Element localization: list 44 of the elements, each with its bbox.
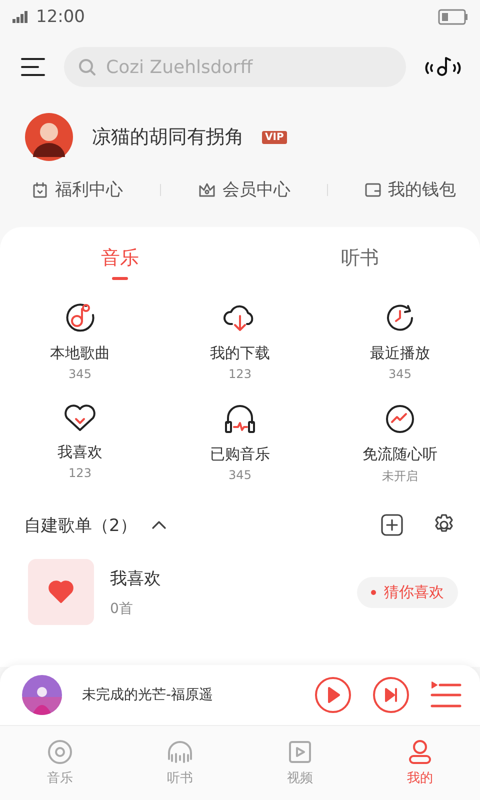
- nav-tab[interactable]: 我的: [360, 726, 480, 800]
- person-icon: [407, 739, 433, 765]
- music-disc-icon: [64, 302, 96, 334]
- section-title: 自建歌单（2）: [24, 514, 137, 536]
- trend-circle-icon: [384, 403, 416, 435]
- headphones-icon: [166, 739, 194, 765]
- heart-icon: [48, 580, 74, 604]
- track-title: 未完成的光芒-福原遥: [82, 686, 214, 704]
- playlist-count: 0首: [110, 600, 134, 618]
- calendar-icon: [32, 182, 48, 198]
- feature-label[interactable]: 已购音乐: [210, 445, 270, 464]
- playlist-name[interactable]: 我喜欢: [110, 566, 161, 590]
- heart-icon: [63, 403, 97, 433]
- search-icon: [78, 58, 96, 76]
- playlist-cover[interactable]: [28, 559, 94, 625]
- shortcut-link[interactable]: 会员中心: [198, 178, 290, 201]
- search-field[interactable]: Cozi Zuehlsdorff: [64, 47, 406, 87]
- tab[interactable]: 音乐: [0, 245, 240, 280]
- wallet-icon: [365, 182, 381, 198]
- status-time: 12:00: [36, 7, 85, 27]
- battery-icon: [438, 9, 468, 25]
- feature-count: 345: [228, 468, 252, 482]
- avatar[interactable]: [24, 112, 74, 162]
- shortcut-link[interactable]: 我的钱包: [365, 178, 456, 201]
- headphones-icon: [223, 403, 257, 435]
- feature-count: 未开启: [382, 468, 418, 485]
- feature-count: 345: [388, 367, 412, 381]
- signal-icon: [12, 9, 30, 25]
- feature-label[interactable]: 本地歌曲: [50, 344, 110, 363]
- tab[interactable]: 听书: [240, 245, 480, 280]
- feature-count: 123: [68, 466, 92, 480]
- feature-label[interactable]: 我的下载: [210, 344, 270, 363]
- shortcut-link[interactable]: 福利中心: [32, 178, 123, 201]
- disc-icon: [47, 739, 73, 765]
- feature-count: 123: [228, 367, 252, 381]
- feature-label[interactable]: 最近播放: [370, 344, 430, 363]
- feature-count: 345: [68, 367, 92, 381]
- video-icon: [287, 739, 313, 765]
- vip-badge: VIP: [262, 130, 287, 144]
- crown-icon: [198, 182, 216, 198]
- clock-icon: [384, 302, 416, 334]
- user-name: 凉猫的胡同有拐角: [92, 125, 244, 150]
- feature-label[interactable]: 免流随心听: [362, 445, 438, 464]
- feature-label[interactable]: 我喜欢: [58, 443, 102, 462]
